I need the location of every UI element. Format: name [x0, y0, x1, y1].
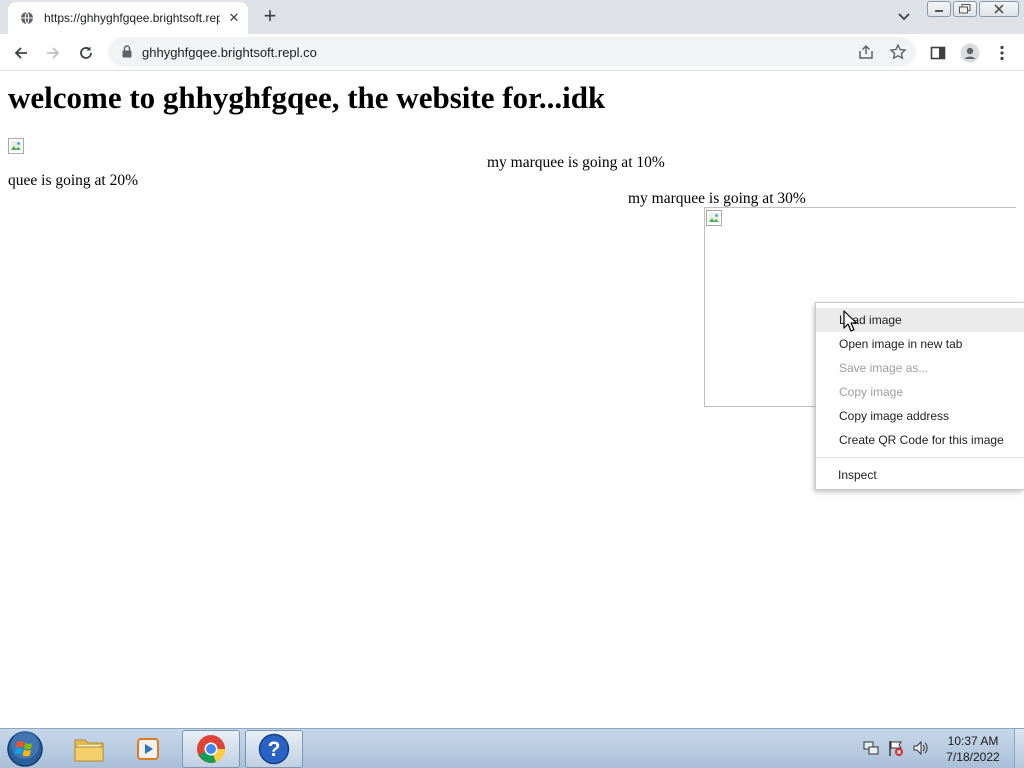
side-panel-icon	[930, 46, 946, 60]
menu-item-save-image-as: Save image as...	[839, 361, 929, 375]
menu-separator	[816, 457, 1024, 458]
more-vertical-icon	[1000, 45, 1004, 61]
broken-image-icon[interactable]	[8, 138, 24, 154]
system-tray	[862, 739, 937, 759]
browser-toolbar: ghhyghfgqee.brightsoft.repl.co	[0, 34, 1024, 71]
minimize-button[interactable]	[927, 1, 951, 17]
window-controls	[927, 1, 1021, 18]
forward-arrow-icon	[47, 47, 60, 59]
menu-button[interactable]	[989, 40, 1015, 66]
url-text: ghhyghfgqee.brightsoft.repl.co	[142, 45, 317, 60]
taskbar-media-player[interactable]	[120, 730, 178, 768]
network-icon[interactable]	[862, 739, 880, 757]
help-question-icon: ?	[258, 733, 290, 765]
volume-icon[interactable]	[912, 739, 930, 757]
media-player-icon	[137, 738, 159, 760]
share-icon[interactable]	[857, 43, 875, 61]
folder-icon	[74, 739, 104, 762]
page-heading: welcome to ghhyghfgqee, the website for.…	[8, 80, 606, 115]
action-center-flag-icon[interactable]	[887, 739, 905, 757]
marquee-10: my marquee is going at 10%	[487, 154, 665, 171]
menu-item-create-qr-code[interactable]: Create QR Code for this image	[816, 428, 1024, 452]
start-button[interactable]	[6, 730, 46, 768]
broken-image-icon	[706, 210, 722, 226]
clock-time: 10:37 AM	[947, 734, 999, 748]
address-bar[interactable]: ghhyghfgqee.brightsoft.repl.co	[108, 37, 916, 67]
marquee-30: my marquee is going at 30%	[628, 190, 806, 207]
windows-start-orb-icon	[7, 731, 43, 767]
reload-icon	[80, 46, 92, 59]
minimize-icon	[935, 10, 943, 12]
mouse-cursor-icon	[843, 310, 857, 332]
reload-button[interactable]	[73, 40, 99, 66]
tab-search-chevron-icon[interactable]	[894, 8, 914, 26]
profile-avatar-icon	[960, 43, 980, 63]
side-panel-button[interactable]	[925, 40, 951, 66]
svg-text:?: ?	[268, 738, 281, 761]
clock-date: 7/18/2022	[946, 750, 1000, 764]
close-window-button[interactable]	[979, 1, 1019, 17]
restore-button[interactable]	[953, 1, 977, 17]
tab-title: https://ghhyghfgqee.brightsoft.repl.co	[44, 11, 220, 25]
show-desktop-button[interactable]	[1014, 729, 1024, 768]
close-icon	[994, 4, 1004, 14]
chrome-icon	[197, 735, 226, 763]
marquee-20: quee is going at 20%	[8, 172, 139, 189]
restore-icon	[959, 4, 971, 14]
windows-taskbar: ? 10:37 AM 7/18/2022	[0, 728, 1024, 768]
globe-icon	[21, 11, 33, 25]
profile-button[interactable]	[957, 40, 983, 66]
forward-button[interactable]	[40, 40, 66, 66]
taskbar-chrome[interactable]	[182, 730, 240, 768]
tab-strip: https://ghhyghfgqee.brightsoft.repl.co ✕…	[0, 0, 1024, 34]
menu-item-copy-image: Copy image	[839, 385, 904, 399]
lock-icon[interactable]	[122, 45, 132, 58]
menu-item-inspect[interactable]: Inspect	[816, 463, 1024, 487]
bookmark-star-icon[interactable]	[889, 43, 907, 61]
back-button[interactable]	[8, 40, 34, 66]
new-tab-button[interactable]: +	[258, 5, 282, 29]
taskbar-clock[interactable]: 10:37 AM 7/18/2022	[938, 733, 1008, 765]
browser-tab[interactable]: https://ghhyghfgqee.brightsoft.repl.co ✕	[8, 2, 248, 34]
taskbar-explorer[interactable]	[60, 730, 118, 768]
close-tab-icon[interactable]: ✕	[226, 10, 242, 26]
back-arrow-icon	[14, 47, 27, 59]
menu-item-open-image-new-tab[interactable]: Open image in new tab	[816, 332, 1024, 356]
taskbar-help[interactable]: ?	[245, 730, 303, 768]
menu-item-copy-image-address[interactable]: Copy image address	[816, 404, 1024, 428]
